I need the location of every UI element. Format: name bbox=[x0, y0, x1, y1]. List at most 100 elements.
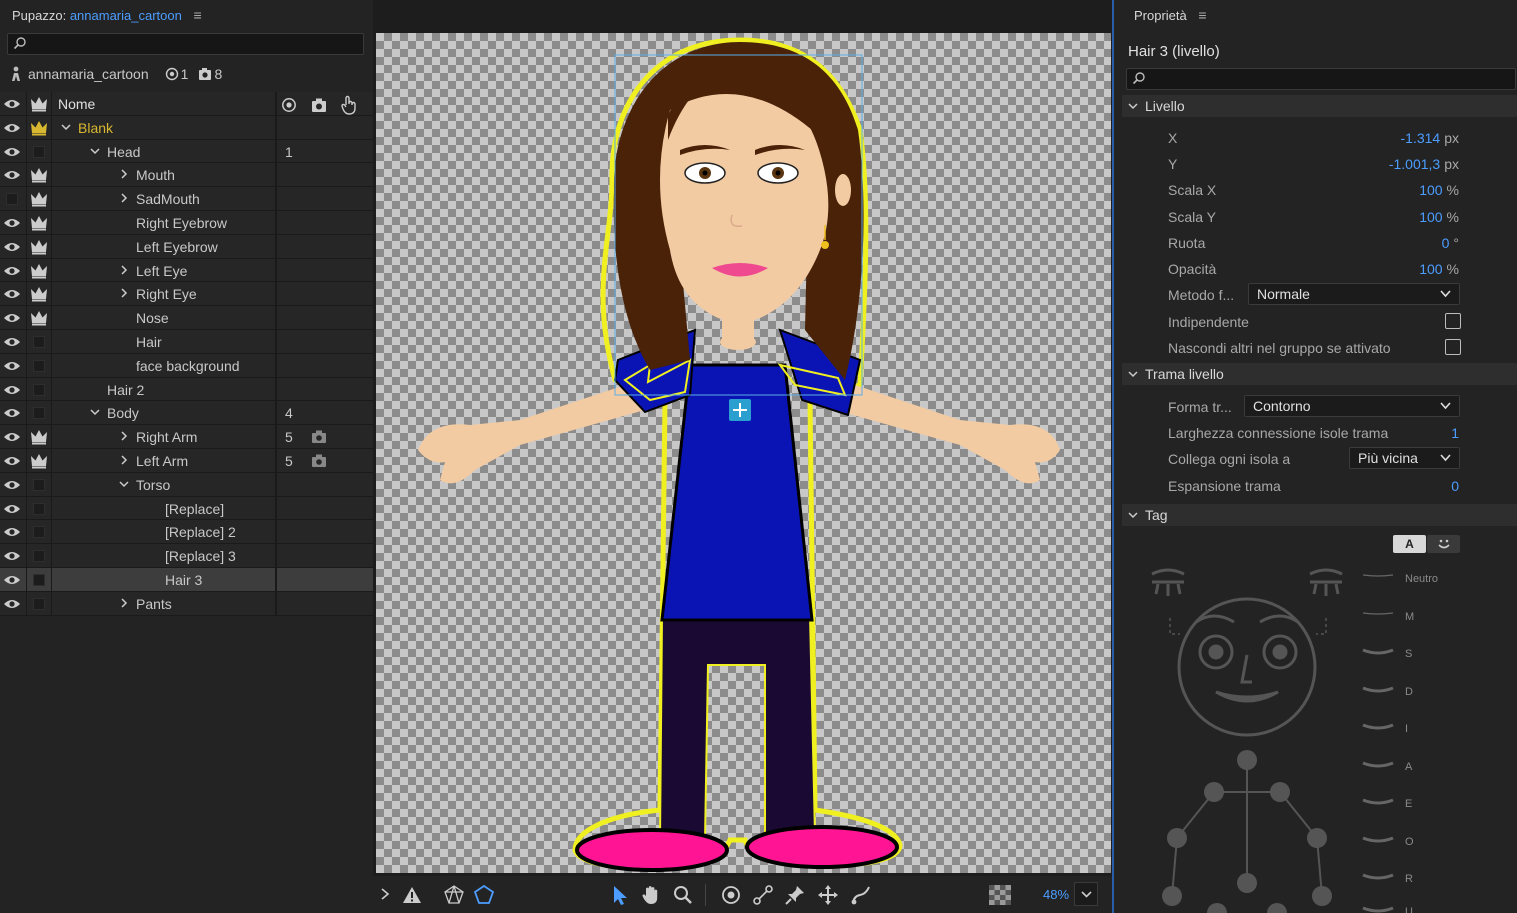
visibility-eye-icon[interactable] bbox=[3, 216, 21, 230]
prop-scalay-value[interactable]: 100% bbox=[1419, 209, 1459, 225]
viseme-label[interactable]: S bbox=[1405, 648, 1412, 660]
crown-icon[interactable] bbox=[30, 286, 48, 302]
visibility-eye-icon[interactable] bbox=[3, 430, 21, 444]
visibility-eye-icon[interactable] bbox=[3, 145, 21, 159]
layer-row[interactable]: Head 1 bbox=[0, 139, 373, 164]
viseme-mouth-icon[interactable] bbox=[1359, 832, 1397, 848]
origin-handle-tool-icon[interactable] bbox=[720, 884, 742, 906]
visibility-eye-icon[interactable] bbox=[3, 287, 21, 301]
viseme-mouth-icon[interactable] bbox=[1359, 794, 1397, 810]
crown-icon[interactable] bbox=[30, 167, 48, 183]
crown-empty-toggle[interactable] bbox=[33, 502, 45, 515]
viseme-mouth-icon[interactable] bbox=[1359, 569, 1397, 585]
viseme-label[interactable]: D bbox=[1405, 686, 1413, 698]
visibility-eye-icon[interactable] bbox=[3, 311, 21, 325]
outline-toggle-icon[interactable] bbox=[473, 884, 495, 906]
visibility-eye-icon[interactable] bbox=[3, 478, 21, 492]
opacita-value-text[interactable]: 100 bbox=[1419, 261, 1442, 277]
viseme-mouth-icon[interactable] bbox=[1359, 757, 1397, 773]
crown-icon[interactable] bbox=[30, 239, 48, 255]
crown-empty-toggle[interactable] bbox=[33, 597, 45, 610]
layer-row[interactable]: Right Eyebrow bbox=[0, 210, 373, 235]
layer-row[interactable]: Left Arm 5 bbox=[0, 448, 373, 473]
chevron-right-icon[interactable] bbox=[118, 264, 130, 276]
viseme-mouth-icon[interactable] bbox=[1359, 902, 1397, 913]
layer-row[interactable]: [Replace] 3 bbox=[0, 544, 373, 568]
visibility-eye-icon[interactable] bbox=[3, 502, 21, 516]
layer-row[interactable]: Blank bbox=[0, 115, 373, 140]
prop-y-value[interactable]: -1.001,3 px bbox=[1389, 156, 1459, 172]
visibility-eye-icon[interactable] bbox=[3, 264, 21, 278]
mesh-toggle-icon[interactable] bbox=[443, 884, 465, 906]
viseme-label[interactable]: U bbox=[1405, 906, 1413, 913]
crown-icon[interactable] bbox=[30, 191, 48, 207]
chevron-right-icon[interactable] bbox=[118, 430, 130, 442]
hand-tool-icon[interactable] bbox=[640, 884, 662, 906]
crown-empty-toggle[interactable] bbox=[33, 383, 45, 396]
visibility-eye-icon[interactable] bbox=[3, 454, 21, 468]
nascondi-checkbox[interactable] bbox=[1445, 339, 1461, 355]
chevron-down-icon[interactable] bbox=[118, 478, 130, 490]
crown-icon[interactable] bbox=[30, 215, 48, 231]
chevron-down-icon[interactable] bbox=[89, 145, 101, 157]
visibility-off-placeholder[interactable] bbox=[6, 193, 18, 206]
ruota-value-text[interactable]: 0 bbox=[1442, 235, 1450, 251]
visibility-eye-icon[interactable] bbox=[3, 406, 21, 420]
panel-menu-icon[interactable]: ≡ bbox=[193, 7, 201, 23]
viseme-label[interactable]: A bbox=[1405, 761, 1412, 773]
layer-row[interactable]: face background bbox=[0, 353, 373, 378]
viseme-mouth-icon[interactable] bbox=[1359, 719, 1397, 735]
expand-toolbar-chevron-icon[interactable] bbox=[379, 887, 391, 901]
crown-icon[interactable] bbox=[30, 310, 48, 326]
handles-column-icon[interactable] bbox=[281, 97, 297, 113]
layer-row[interactable]: Hair 2 bbox=[0, 377, 373, 402]
crown-icon[interactable] bbox=[30, 453, 48, 469]
touch-column-icon[interactable] bbox=[340, 95, 358, 115]
visibility-eye-icon[interactable] bbox=[3, 240, 21, 254]
pin-tool-icon[interactable] bbox=[784, 884, 806, 906]
stick-tool-icon[interactable] bbox=[752, 884, 774, 906]
section-livello-header[interactable]: Livello bbox=[1122, 95, 1517, 117]
layer-row[interactable]: Left Eye bbox=[0, 258, 373, 283]
visibility-eye-icon[interactable] bbox=[3, 597, 21, 611]
visibility-eye-icon[interactable] bbox=[3, 383, 21, 397]
warning-icon[interactable] bbox=[401, 884, 423, 906]
visibility-eye-icon[interactable] bbox=[3, 525, 21, 539]
blend-mode-dropdown[interactable]: Normale bbox=[1248, 283, 1460, 305]
visibility-eye-icon[interactable] bbox=[3, 359, 21, 373]
behaviors-column-icon[interactable] bbox=[311, 97, 327, 113]
behavior-camera-icon[interactable] bbox=[311, 454, 327, 468]
chevron-right-icon[interactable] bbox=[118, 192, 130, 204]
viseme-mouth-icon[interactable] bbox=[1359, 682, 1397, 698]
viseme-mouth-icon[interactable] bbox=[1359, 869, 1397, 885]
layer-row[interactable]: Body 4 bbox=[0, 401, 373, 426]
layer-row[interactable]: [Replace] bbox=[0, 496, 373, 521]
select-arrow-tool-icon[interactable] bbox=[609, 884, 631, 906]
property-search-input[interactable] bbox=[1126, 68, 1516, 90]
behavior-camera-icon[interactable] bbox=[311, 430, 327, 444]
viseme-label[interactable]: Neutro bbox=[1405, 573, 1438, 585]
viseme-mouth-icon[interactable] bbox=[1359, 644, 1397, 660]
scalax-value-text[interactable]: 100 bbox=[1419, 182, 1442, 198]
dragger-tool-icon[interactable] bbox=[817, 884, 839, 906]
x-value-text[interactable]: -1.314 bbox=[1401, 130, 1441, 146]
layer-row[interactable]: Mouth bbox=[0, 163, 373, 188]
espansione-value[interactable]: 0 bbox=[1451, 478, 1459, 494]
layer-row[interactable]: Nose bbox=[0, 306, 373, 330]
zoom-tool-icon[interactable] bbox=[672, 884, 694, 906]
visibility-eye-icon[interactable] bbox=[3, 573, 21, 587]
crown-empty-toggle[interactable] bbox=[33, 335, 45, 348]
visibility-eye-icon[interactable] bbox=[3, 549, 21, 563]
viseme-label[interactable]: E bbox=[1405, 798, 1412, 810]
crown-icon[interactable] bbox=[30, 429, 48, 445]
layer-row[interactable]: Hair 3 bbox=[0, 567, 373, 592]
layer-row[interactable]: Right Eye bbox=[0, 282, 373, 307]
tag-text-mode-button[interactable]: A bbox=[1393, 535, 1426, 553]
layer-row[interactable]: Hair bbox=[0, 329, 373, 354]
viseme-mouth-icon[interactable] bbox=[1359, 607, 1397, 623]
scalay-value-text[interactable]: 100 bbox=[1419, 209, 1442, 225]
face-tag-diagram[interactable] bbox=[1144, 560, 1354, 913]
viseme-label[interactable]: O bbox=[1405, 836, 1414, 848]
crown-empty-toggle[interactable] bbox=[33, 478, 45, 491]
puppet-canvas[interactable] bbox=[376, 33, 1111, 873]
